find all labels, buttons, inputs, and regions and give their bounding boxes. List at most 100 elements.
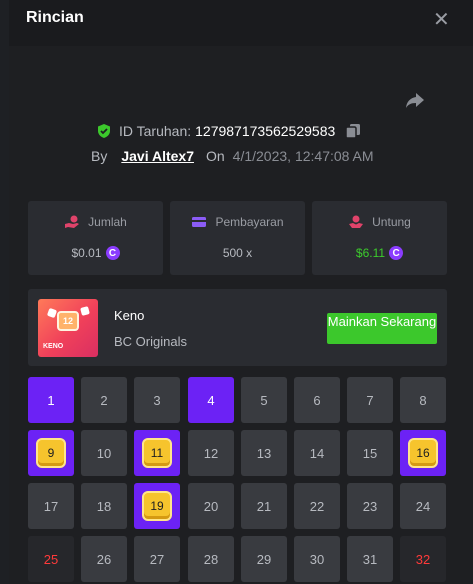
keno-cell: 23 [347,483,393,529]
bet-id-value: 127987173562529583 [195,123,336,139]
keno-cell: 3 [134,377,180,423]
keno-cell: 17 [28,483,74,529]
keno-cell-number: 3 [153,392,161,408]
keno-cell: 18 [81,483,127,529]
keno-cell-number: 24 [415,498,431,514]
bcd-coin-icon: C [389,246,404,260]
keno-cell-number: 23 [362,498,378,514]
keno-cell: 30 [294,536,340,582]
background-page [0,0,9,584]
keno-cell: 14 [294,430,340,476]
keno-cell-number: 28 [203,551,219,567]
bet-date: 4/1/2023, 12:47:08 AM [232,148,374,164]
stat-amount: Jumlah $0.01 C [28,201,163,275]
keno-cell-number: 8 [419,392,427,408]
close-icon[interactable]: ✕ [433,7,450,32]
bcd-coin-icon: C [105,246,120,260]
by-label: By [91,148,108,164]
username-link[interactable]: Javi Altex7 [121,148,194,164]
keno-cell-number: 1 [47,392,55,408]
keno-cell: 28 [188,536,234,582]
bet-author-row: By Javi Altex7 On 4/1/2023, 12:47:08 AM [91,148,374,164]
play-now-button[interactable]: Mainkan Sekarang [327,313,437,344]
dice-decoration [80,306,90,316]
copy-icon[interactable] [345,123,361,139]
hand-coin-icon [65,215,80,228]
bet-id-label: ID Taruhan: [119,123,192,139]
modal-title: Rincian [26,9,84,26]
hit-gem-icon: 16 [408,438,438,468]
keno-cell-number: 2 [100,392,108,408]
keno-cell-number: 30 [309,551,325,567]
keno-cell: 15 [347,430,393,476]
keno-cell: 24 [400,483,446,529]
keno-cell-number: 13 [256,445,272,461]
shield-check-icon [98,124,110,138]
keno-cell: 19 [134,483,180,529]
keno-cell-number: 31 [362,551,378,567]
bet-id-row: ID Taruhan: 127987173562529583 [96,121,361,141]
keno-cell: 8 [400,377,446,423]
keno-cell: 20 [188,483,234,529]
game-card: 12 KENO Keno BC Originals Mainkan Sekara… [28,289,447,366]
on-label: On [205,148,225,164]
keno-cell: 7 [347,377,393,423]
keno-cell-number: 32 [415,551,431,567]
keno-cell-number: 14 [309,445,325,461]
stat-profit: Untung $6.11 C [312,201,447,275]
hit-gem-icon: 19 [142,491,172,521]
keno-cell-number: 18 [96,498,112,514]
keno-cell: 25 [28,536,74,582]
stat-profit-label: Untung [372,215,411,229]
keno-cell: 11 [134,430,180,476]
profit-hand-icon [349,215,364,228]
stat-payout: Pembayaran 500 x [170,201,305,275]
modal-header: Rincian ✕ [9,0,473,46]
keno-cell: 27 [134,536,180,582]
keno-cell-number: 4 [207,392,215,408]
keno-cell: 16 [400,430,446,476]
game-name: Keno [114,308,145,323]
keno-thumbnail[interactable]: 12 KENO [38,299,98,357]
stat-amount-label: Jumlah [88,215,127,229]
keno-cell-number: 27 [149,551,165,567]
keno-cell-number: 10 [96,445,112,461]
share-icon[interactable] [403,88,427,112]
keno-cell: 4 [188,377,234,423]
bet-details-modal: Rincian ✕ ID Taruhan: 127987173562529583… [9,0,473,584]
game-provider: BC Originals [114,334,187,349]
keno-cell: 2 [81,377,127,423]
keno-cell-number: 26 [96,551,112,567]
keno-cell-number: 17 [43,498,59,514]
keno-cell-number: 22 [309,498,325,514]
stat-profit-value: $6.11 [355,246,386,260]
keno-cell: 6 [294,377,340,423]
keno-cell: 32 [400,536,446,582]
keno-cell: 5 [241,377,287,423]
keno-cell: 10 [81,430,127,476]
hit-gem-icon: 11 [142,438,172,468]
thumbnail-wordmark: KENO [43,343,64,350]
keno-cell-number: 7 [366,392,374,408]
keno-cell-number: 15 [362,445,378,461]
keno-cell-number: 25 [43,551,59,567]
keno-cell: 21 [241,483,287,529]
keno-cell: 26 [81,536,127,582]
dice-decoration [46,307,58,319]
keno-cell-number: 21 [256,498,272,514]
keno-cell-number: 12 [203,445,219,461]
keno-cell: 13 [241,430,287,476]
card-icon [192,217,207,227]
stat-payout-label: Pembayaran [215,215,284,229]
hit-gem-icon: 9 [36,438,66,468]
keno-cell: 31 [347,536,393,582]
keno-cell: 22 [294,483,340,529]
stat-amount-value: $0.01 [71,246,102,260]
keno-cell: 12 [188,430,234,476]
thumbnail-number: 12 [57,311,79,331]
stat-payout-value: 500 x [222,246,253,260]
keno-cell-number: 20 [203,498,219,514]
keno-cell: 1 [28,377,74,423]
keno-cell-number: 5 [260,392,268,408]
keno-cell: 29 [241,536,287,582]
